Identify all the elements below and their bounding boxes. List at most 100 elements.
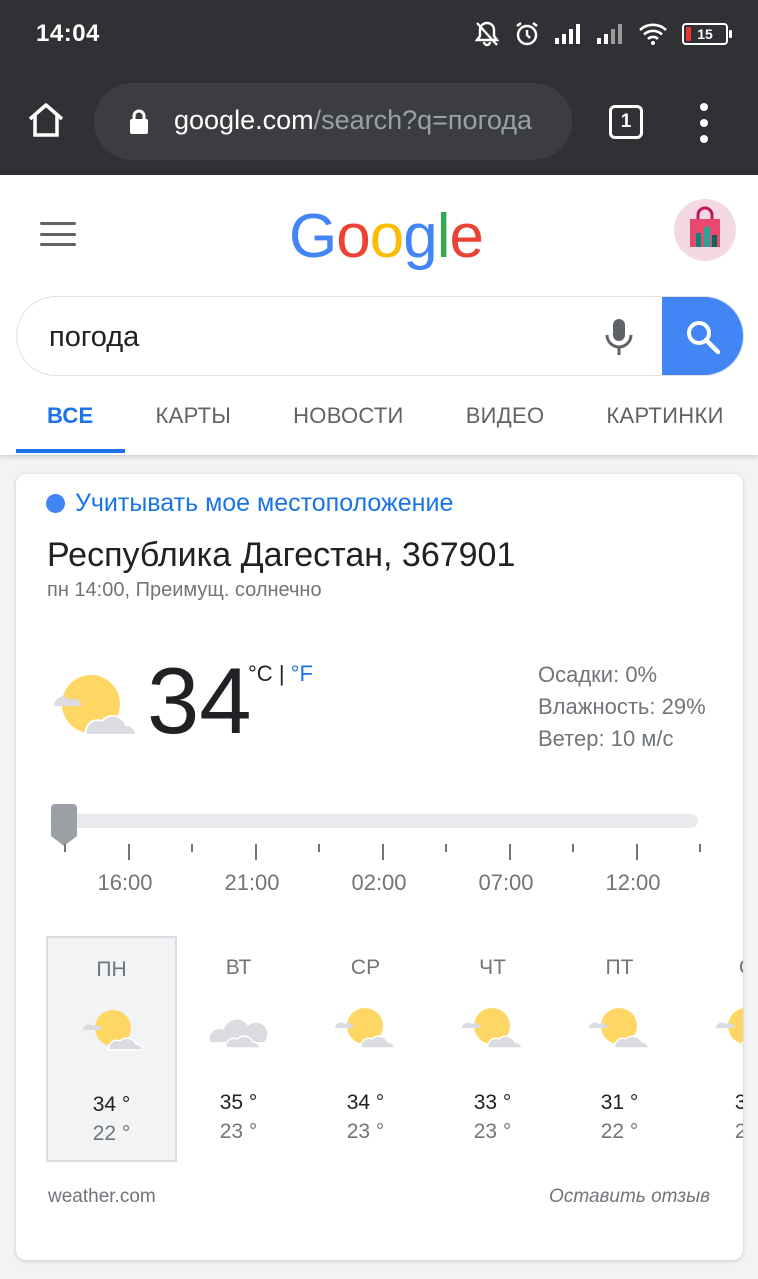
tab-video[interactable]: ВИДЕО	[435, 389, 576, 455]
microphone-icon[interactable]	[603, 317, 635, 357]
logo-letter: o	[336, 202, 370, 271]
hour-label: 21:00	[224, 870, 280, 895]
tab-news[interactable]: НОВОСТИ	[262, 389, 435, 455]
timeline-slider[interactable]	[50, 814, 698, 828]
battery-level: 15	[697, 26, 713, 42]
status-time: 14:04	[36, 20, 100, 47]
search-button[interactable]	[662, 297, 743, 375]
day-name: ПТ	[605, 956, 634, 979]
timeline-tick	[381, 844, 384, 860]
cloudy-icon	[209, 1019, 268, 1049]
day-high: 31	[734, 1091, 743, 1114]
wifi-icon	[639, 23, 667, 45]
day-forecast[interactable]: ПТ 31 ° 22 °	[554, 936, 685, 1162]
day-name: СР	[350, 956, 381, 979]
browser-toolbar: google.com/search?q=погода 1	[0, 70, 758, 175]
notifications-off-icon	[474, 21, 500, 47]
logo-letter: G	[289, 202, 337, 271]
partly-sunny-icon	[462, 1008, 522, 1049]
weather-card: Учитывать мое местоположение Республика …	[16, 474, 743, 1260]
location-dot-icon	[46, 494, 65, 513]
day-low: 23 °	[473, 1120, 512, 1143]
unit-celsius[interactable]: °C	[248, 661, 273, 686]
timeline-tick	[508, 844, 511, 860]
day-name: ЧТ	[479, 956, 506, 979]
logo-letter: o	[369, 202, 404, 271]
timeline-tick	[635, 844, 638, 860]
timeline-tick	[318, 844, 320, 852]
current-temperature: 34	[147, 648, 252, 753]
google-logo[interactable]: Google	[289, 201, 484, 272]
overflow-menu-icon[interactable]	[698, 103, 710, 143]
timeline-tick	[64, 844, 66, 852]
day-high: 34 °	[346, 1091, 385, 1114]
hour-label: 12:00	[605, 870, 661, 895]
unit-separator: |	[278, 661, 285, 686]
partly-sunny-icon	[716, 1008, 743, 1049]
hour-label: 07:00	[478, 870, 534, 895]
timeline-slider-thumb[interactable]	[49, 804, 79, 848]
day-forecast[interactable]: СР 34 ° 23 °	[300, 936, 431, 1162]
day-low: 23 °	[219, 1120, 258, 1143]
unit-switcher: °C | °F	[248, 661, 313, 687]
day-high: 33 °	[473, 1091, 512, 1114]
unit-fahrenheit[interactable]: °F	[291, 661, 313, 686]
day-low: 21	[734, 1120, 743, 1143]
day-name: ВТ	[225, 956, 252, 979]
day-low: 22 °	[92, 1122, 131, 1145]
wind: Ветер: 10 м/с	[538, 726, 674, 751]
weather-condition: пн 14:00, Преимущ. солнечно	[47, 579, 322, 601]
partly-sunny-icon	[335, 1008, 395, 1049]
timeline-hours: 16:00 21:00 02:00 07:00 12:00	[16, 870, 743, 900]
use-location-label: Учитывать мое местоположение	[75, 489, 454, 517]
timeline-tick	[254, 844, 257, 860]
alarm-icon	[516, 22, 538, 46]
logo-letter: e	[449, 202, 483, 271]
tab-switcher-button[interactable]: 1	[609, 105, 643, 139]
logo-letter: g	[403, 202, 437, 271]
day-low: 23 °	[346, 1120, 385, 1143]
hour-label: 16:00	[97, 870, 153, 895]
daily-forecast: ПН 34 ° 22 ° ВТ 35 ° 23 ° СР 34 ° 23 ° Ч…	[46, 936, 743, 1162]
shopping-bag-icon	[690, 206, 720, 247]
partly-sunny-icon	[53, 675, 138, 736]
search-tabs: ВСЕ КАРТЫ НОВОСТИ ВИДЕО КАРТИНКИ	[16, 389, 755, 455]
avatar[interactable]	[674, 199, 736, 261]
search-box[interactable]: погода	[16, 296, 744, 376]
tab-maps[interactable]: КАРТЫ	[125, 389, 263, 455]
signal-icon	[555, 24, 580, 44]
search-input[interactable]: погода	[49, 321, 139, 354]
day-name: С	[681, 956, 743, 980]
timeline-tick	[445, 844, 447, 852]
url-host: google.com	[174, 105, 314, 135]
day-high: 35 °	[219, 1091, 258, 1114]
feedback-link[interactable]: Оставить отзыв	[549, 1186, 710, 1208]
menu-icon[interactable]	[40, 222, 76, 246]
day-forecast[interactable]: ПН 34 ° 22 °	[46, 936, 177, 1162]
day-forecast[interactable]: ВТ 35 ° 23 °	[173, 936, 304, 1162]
timeline-ticks	[64, 844, 704, 864]
url-path: /search?q=погода	[313, 105, 533, 135]
home-icon[interactable]	[26, 100, 66, 140]
tab-all[interactable]: ВСЕ	[16, 389, 125, 455]
source-link[interactable]: weather.com	[48, 1186, 156, 1208]
day-high: 34 °	[92, 1093, 131, 1116]
weather-location: Республика Дагестан, 367901	[47, 536, 516, 574]
timeline-tick	[191, 844, 193, 852]
day-forecast[interactable]: С 31 21	[681, 936, 743, 1162]
partly-sunny-icon	[83, 1010, 143, 1051]
hour-label: 02:00	[351, 870, 407, 895]
search-icon	[686, 321, 720, 355]
google-header: Google погода ВСЕ КАРТЫ НОВОСТИ ВИДЕО КА…	[0, 175, 758, 455]
partly-sunny-icon	[589, 1008, 649, 1049]
tab-images[interactable]: КАРТИНКИ	[575, 389, 754, 455]
logo-letter: l	[436, 202, 451, 271]
use-location-link[interactable]: Учитывать мое местоположение	[46, 489, 453, 518]
precipitation: Осадки: 0%	[538, 662, 658, 687]
address-bar[interactable]: google.com/search?q=погода	[94, 83, 572, 160]
day-forecast[interactable]: ЧТ 33 ° 23 °	[427, 936, 558, 1162]
humidity: Влажность: 29%	[538, 694, 706, 719]
day-low: 22 °	[600, 1120, 639, 1143]
status-icons: 15	[474, 18, 732, 50]
status-bar: 14:04 15	[0, 0, 758, 70]
